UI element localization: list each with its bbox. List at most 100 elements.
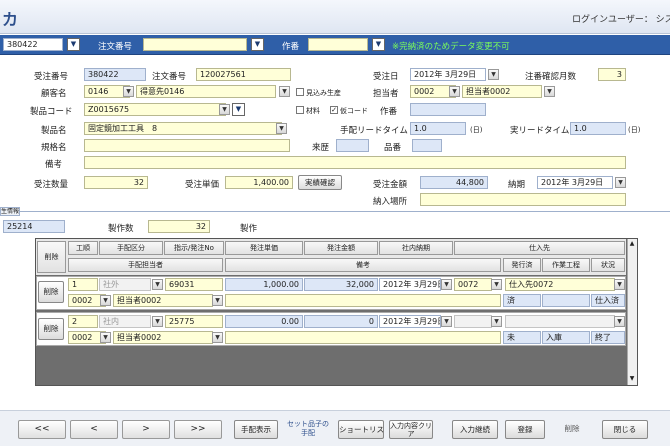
tanka-field[interactable]: 1,400.00 [225,176,293,189]
nounyu-field[interactable] [420,193,626,206]
row1-tantou-name[interactable]: 担当者0002 [113,294,213,307]
grid-header-kingaku: 発注金額 [304,241,378,255]
zairyou-checkbox[interactable] [296,106,304,114]
tehai-display-button[interactable]: 手配表示 [234,420,278,439]
completed-warning: ※完納済のためデータ変更不可 [392,42,510,52]
shortlist-button[interactable]: ショートリスト [338,420,384,439]
nouki-field[interactable]: 2012年 3月29日 [537,176,613,189]
row1-vendor-name[interactable]: 仕入先0072 [505,278,615,291]
chuumon-dropdown-icon[interactable]: ▼ [251,38,264,51]
jisseki-button[interactable]: 実績確認 [298,175,342,190]
kokyaku-name-dropdown-icon[interactable]: ▼ [279,86,290,97]
grid-scrollbar[interactable] [627,239,637,385]
seihin-name-field[interactable]: 固定鏡加工工具 8 [84,122,282,135]
seihin-name-dropdown-icon[interactable]: ▼ [276,123,287,134]
raireki-label: 来歴 [312,143,330,153]
tantou-name-dropdown-icon[interactable]: ▼ [544,86,555,97]
row2-no[interactable]: 25775 [165,315,223,328]
row2-tantou-name[interactable]: 担当者0002 [113,331,213,344]
suuryou-field[interactable]: 32 [84,176,148,189]
row2-bikou[interactable] [225,331,501,344]
sakuban-field [410,103,486,116]
row1-kubun[interactable]: 社外 [99,278,151,291]
order-no-input[interactable]: 380422 [3,38,63,51]
kikaku-field[interactable] [84,139,290,152]
prev-record-button[interactable]: < [70,420,118,439]
continue-input-button[interactable]: 入力継続 [452,420,498,439]
row1-status: 仕入済 [591,294,625,307]
next-record-button[interactable]: > [122,420,170,439]
seisaku-field[interactable]: 32 [148,220,210,233]
row2-date[interactable]: 2012年 3月29日 [379,315,441,328]
row2-vendor-name-dropdown-icon[interactable]: ▼ [614,316,625,327]
chuumon-no-label: 注文番号 [152,72,187,82]
row2-kubun[interactable]: 社内 [99,315,151,328]
row1-bikou[interactable] [225,294,501,307]
row1-tantou-code-dropdown-icon[interactable]: ▼ [100,295,111,306]
kokyaku-code-dropdown-icon[interactable]: ▼ [123,86,134,97]
sagyou-dropdown-icon[interactable]: ▼ [372,38,385,51]
app-header: カ ログインユーザー： シス [0,0,670,34]
scroll-up-icon[interactable]: ▲ [628,240,636,248]
row1-kubun-dropdown-icon[interactable]: ▼ [152,279,163,290]
kingaku-field: 44,800 [420,176,488,189]
tantou-name-field[interactable]: 担当者0002 [462,85,542,98]
grid-header-date: 社内納期 [379,241,453,255]
tab-info[interactable]: 生情報 [0,207,20,216]
last-record-button[interactable]: >> [174,420,222,439]
juchu-date-field[interactable]: 2012年 3月29日 [410,68,486,81]
row2-vendor-code[interactable] [454,315,492,328]
row1-no[interactable]: 69031 [165,278,223,291]
seisaku2-label: 製作 [240,224,258,234]
juchu-date-dropdown-icon[interactable]: ▼ [488,69,499,80]
kokyaku-name-field[interactable]: 得意先0146 [136,85,276,98]
set-tehai-button[interactable]: セット品子の手配 [284,420,332,439]
row2-seq[interactable]: 2 [68,315,98,328]
first-record-button[interactable]: << [18,420,66,439]
delete-button[interactable]: 削除 [552,420,592,439]
row1-issued: 済 [503,294,541,307]
close-button[interactable]: 閉じる [602,420,648,439]
kakunin-field[interactable]: 3 [598,68,626,81]
row1-date[interactable]: 2012年 3月29日 [379,278,441,291]
register-button[interactable]: 登録 [505,420,545,439]
row1-vendor-name-dropdown-icon[interactable]: ▼ [614,279,625,290]
section-left-field: 25214 [3,220,65,233]
row1-vendor-code-dropdown-icon[interactable]: ▼ [491,279,502,290]
sagyou-input[interactable] [308,38,368,51]
row1-tantou-name-dropdown-icon[interactable]: ▼ [212,295,223,306]
row1-vendor-code[interactable]: 0072 [454,278,492,291]
row2-tantou-code-dropdown-icon[interactable]: ▼ [100,332,111,343]
section-divider [0,211,670,212]
nounyu-label: 納入場所 [373,197,408,207]
login-user-label: ログインユーザー： シス [572,15,670,25]
clear-input-button[interactable]: 入力内容クリア [389,420,433,439]
row1-seq[interactable]: 1 [68,278,98,291]
tantou-code-dropdown-icon[interactable]: ▼ [449,86,460,97]
row2-vendor-code-dropdown-icon[interactable]: ▼ [491,316,502,327]
nouki-dropdown-icon[interactable]: ▼ [615,177,626,188]
kari-checkbox[interactable]: ✓ [330,106,338,114]
row1-delete-button[interactable]: 削除 [38,281,64,303]
row2-kubun-dropdown-icon[interactable]: ▼ [152,316,163,327]
order-no-dropdown-icon[interactable]: ▼ [67,38,80,51]
seihin-code-field[interactable]: Z0015675 [84,103,226,116]
seihin-code-dropdown-icon[interactable]: ▼ [219,104,230,115]
bikou-field[interactable] [84,156,626,169]
mikomi-checkbox[interactable] [296,88,304,96]
row2-tantou-name-dropdown-icon[interactable]: ▼ [212,332,223,343]
grid-header-issued: 発行済 [503,258,541,272]
scroll-down-icon[interactable]: ▼ [628,375,636,383]
kokyaku-label: 顧客名 [41,89,67,99]
kari-label: 仮コード [340,107,368,115]
row2-vendor-name[interactable] [505,315,615,328]
seihin-search-icon[interactable]: ▼ [232,103,245,116]
jitsu-lt-label: 実リードタイム [510,126,570,136]
row2-delete-button[interactable]: 削除 [38,318,64,340]
row2-kingaku: 0 [304,315,378,328]
row2-date-dropdown-icon[interactable]: ▼ [441,316,452,327]
chuumon-no-field[interactable]: 120027561 [196,68,291,81]
row1-date-dropdown-icon[interactable]: ▼ [441,279,452,290]
chuumon-input[interactable] [143,38,247,51]
suuryou-label: 受注数量 [34,180,69,190]
